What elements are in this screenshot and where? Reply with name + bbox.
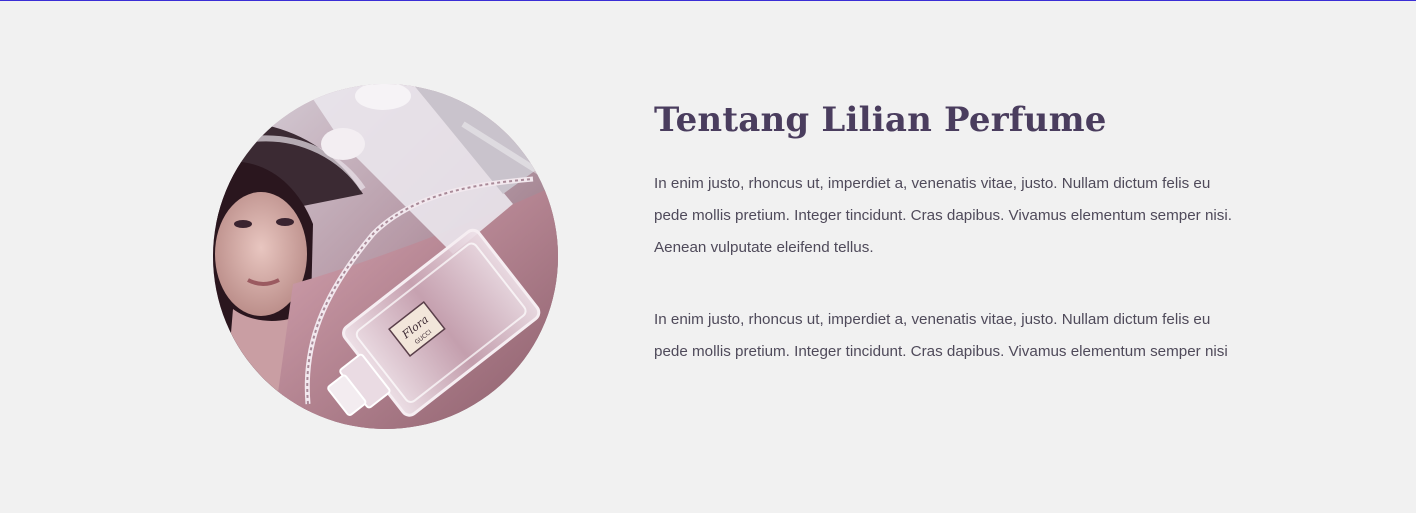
woman-with-perfume-bottle-photo: Flora GUCCI [213, 84, 558, 429]
about-section: Flora GUCCI Tentang Lilian Perfume In en… [0, 0, 1416, 513]
about-title: Tentang Lilian Perfume [654, 100, 1107, 140]
top-border [0, 0, 1416, 1]
about-content: Tentang Lilian Perfume In enim justo, rh… [654, 96, 1254, 368]
about-paragraph-1: In enim justo, rhoncus ut, imperdiet a, … [654, 175, 1232, 256]
about-image: Flora GUCCI [213, 84, 558, 429]
about-paragraph-2: In enim justo, rhoncus ut, imperdiet a, … [654, 311, 1228, 360]
